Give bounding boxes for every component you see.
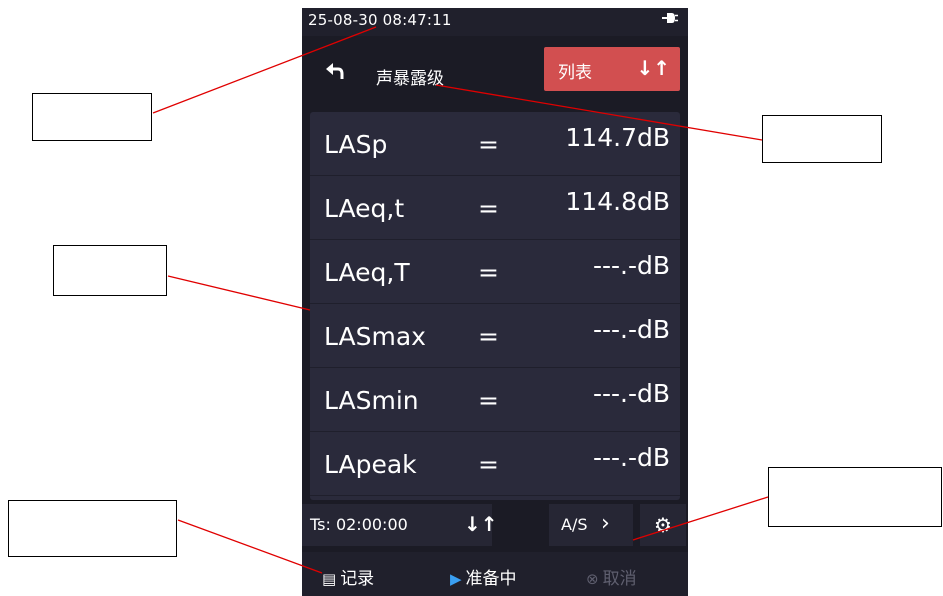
close-circle-icon: ⊗ [586, 570, 599, 588]
callout-box-controls [768, 467, 942, 527]
record-label: 记录 [340, 569, 375, 589]
list-view-button[interactable]: 列表 ↓↑ [544, 47, 680, 91]
list-item[interactable]: LAeq,t = 114.8dB [310, 176, 680, 240]
measurement-name: LASmax [324, 322, 426, 351]
back-arrow-icon [326, 63, 344, 79]
record-button[interactable]: ▤ 记录 [322, 564, 374, 589]
chevron-right-icon: › [601, 511, 610, 536]
measurement-name: LAeq,t [324, 194, 405, 223]
weighting-button[interactable]: A/S › [549, 504, 633, 546]
plug-icon [662, 12, 678, 28]
measurement-value: 114.7dB [565, 123, 670, 152]
callout-line-record [177, 519, 323, 574]
cancel-button[interactable]: ⊗ 取消 [586, 564, 637, 589]
measurement-value: 114.8dB [565, 187, 670, 216]
equals-sign: = [478, 194, 499, 223]
callout-box-measurements [53, 245, 167, 296]
action-bar: ▤ 记录 ▶ 准备中 ⊗ 取消 [302, 552, 688, 596]
measurement-value: ---.-dB [592, 443, 670, 472]
list-item[interactable]: LASmax = ---.-dB [310, 304, 680, 368]
control-bar: Ts: 02:00:00 ↓↑ A/S › ⚙ [302, 504, 688, 548]
sort-arrows-icon: ↓↑ [636, 56, 670, 80]
equals-sign: = [478, 450, 499, 479]
header: 声暴露级 列表 ↓↑ [302, 36, 688, 108]
gear-icon: ⚙ [654, 513, 672, 537]
device-screen: 25-08-30 08:47:11 声暴露级 列表 ↓↑ LASp = 114.… [302, 8, 688, 596]
equals-sign: = [478, 130, 499, 159]
ready-label: 准备中 [465, 569, 517, 589]
measurement-name: LApeak [324, 450, 417, 479]
cancel-label: 取消 [602, 569, 637, 589]
ts-duration-label: Ts: 02:00:00 [310, 515, 408, 534]
list-item[interactable]: LASmin = ---.-dB [310, 368, 680, 432]
list-item[interactable]: LApeak = ---.-dB [310, 432, 680, 496]
measurement-value: ---.-dB [592, 251, 670, 280]
status-datetime: 25-08-30 08:47:11 [308, 11, 452, 29]
equals-sign: = [478, 258, 499, 287]
list-item[interactable]: LAeq,T = ---.-dB [310, 240, 680, 304]
equals-sign: = [478, 386, 499, 415]
play-circle-icon: ▶ [450, 570, 462, 588]
settings-button[interactable]: ⚙ [640, 504, 686, 546]
list-view-label: 列表 [558, 63, 592, 83]
ts-duration-button[interactable]: Ts: 02:00:00 ↓↑ [302, 504, 498, 546]
callout-box-record [8, 500, 177, 557]
list-item[interactable]: LASp = 114.7dB [310, 112, 680, 176]
measurement-value: ---.-dB [592, 379, 670, 408]
measurement-name: LASp [324, 130, 388, 159]
status-bar: 25-08-30 08:47:11 [302, 8, 688, 36]
callout-box-datetime [32, 93, 152, 141]
callout-box-title [762, 115, 882, 163]
callout-line-measurements [167, 275, 311, 311]
measurement-name: LAeq,T [324, 258, 410, 287]
sort-arrows-icon: ↓↑ [464, 512, 498, 536]
measurement-list: LASp = 114.7dB LAeq,t = 114.8dB LAeq,T =… [310, 112, 680, 500]
ready-button[interactable]: ▶ 准备中 [450, 564, 517, 589]
measurement-name: LASmin [324, 386, 419, 415]
page-title: 声暴露级 [376, 69, 444, 89]
measurement-value: ---.-dB [592, 315, 670, 344]
record-icon: ▤ [322, 570, 337, 588]
back-button[interactable] [320, 58, 350, 88]
equals-sign: = [478, 322, 499, 351]
weighting-label: A/S [561, 515, 588, 534]
